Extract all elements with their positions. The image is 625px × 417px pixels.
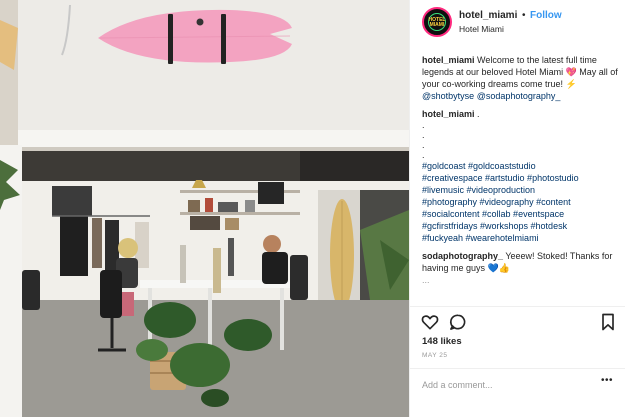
caption-username[interactable]: hotel_miami [422, 55, 475, 65]
comment-text: . [477, 109, 480, 119]
comment-username[interactable]: sodaphotography_ [422, 251, 503, 261]
username-link[interactable]: hotel_miami [459, 10, 517, 21]
hashtag-line[interactable]: #livemusic #videoproduction [422, 184, 618, 196]
dot-line: . [422, 150, 425, 160]
header-separator: • [522, 10, 526, 21]
hashtag-line[interactable]: #fuckyeah #wearehotelmiami [422, 232, 618, 244]
add-comment-input[interactable] [422, 378, 592, 392]
office-photo [0, 0, 409, 417]
post-photo[interactable] [0, 0, 409, 417]
heart-icon[interactable] [420, 312, 440, 332]
hashtag-line[interactable]: #gcfirstfridays #workshops #hotdesk [422, 220, 618, 232]
action-bar [410, 306, 625, 336]
post-header: HOTEL MIAMI hotel_miami • Follow Hotel M… [410, 0, 625, 44]
avatar-logo-text: HOTEL MIAMI [428, 17, 446, 28]
comment-item: hotel_miami . . . . . #goldcoast #goldco… [422, 108, 618, 244]
comment-icon[interactable] [448, 312, 468, 332]
dot-line: . [422, 120, 425, 130]
hashtag-line[interactable]: #goldcoast #goldcoaststudio [422, 160, 618, 172]
avatar[interactable]: HOTEL MIAMI [422, 7, 452, 37]
add-comment-bar: ••• [410, 368, 625, 400]
mention-link[interactable]: @shotbytyse [422, 91, 474, 101]
location-link[interactable]: Hotel Miami [459, 24, 504, 34]
bookmark-icon[interactable] [598, 312, 618, 332]
comments-list[interactable]: hotel_miami Welcome to the latest full t… [422, 54, 618, 306]
hashtag-line[interactable]: #socialcontent #collab #eventspace [422, 208, 618, 220]
dot-line: . [422, 130, 425, 140]
dot-line: . [422, 140, 425, 150]
mention-link[interactable]: @sodaphotography_ [477, 91, 561, 101]
post-date: MAY 25 [422, 352, 448, 359]
yellow-surfboard [330, 199, 354, 311]
truncated-comment: ... [422, 275, 430, 285]
hashtag-line[interactable]: #creativespace #artstudio #photostudio [422, 172, 618, 184]
caption: hotel_miami Welcome to the latest full t… [422, 54, 618, 102]
follow-button[interactable]: Follow [530, 10, 562, 21]
comment-item: sodaphotography_ Yeeew! Stoked! Thanks f… [422, 250, 618, 286]
likes-count[interactable]: 148 likes [422, 336, 462, 347]
comment-username[interactable]: hotel_miami [422, 109, 475, 119]
more-options-icon[interactable]: ••• [598, 375, 616, 391]
hashtag-line[interactable]: #photography #videography #content [422, 196, 618, 208]
post-side-panel: HOTEL MIAMI hotel_miami • Follow Hotel M… [409, 0, 625, 417]
